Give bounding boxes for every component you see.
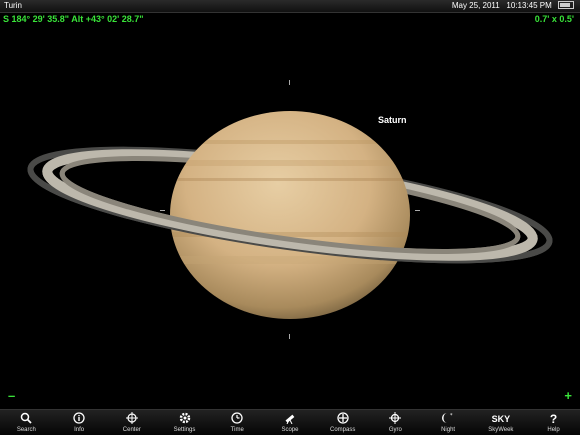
info-label: Info	[74, 427, 85, 433]
compass-label: Compass	[330, 427, 356, 433]
search-icon	[0, 412, 52, 426]
moon-star-icon: *	[422, 412, 474, 426]
help-button[interactable]: ? Help	[528, 410, 580, 434]
clock-icon	[211, 412, 263, 426]
gyro-button[interactable]: Gyro	[369, 410, 421, 434]
center-button[interactable]: Center	[106, 410, 158, 434]
time-button[interactable]: Time	[211, 410, 263, 434]
zoom-out-button[interactable]: –	[8, 388, 15, 403]
reticle-tick-right	[415, 210, 420, 211]
night-button[interactable]: * Night	[422, 410, 474, 434]
skyweek-label: SkyWeek	[488, 427, 514, 433]
center-label: Center	[122, 427, 141, 433]
skyweek-button[interactable]: SKY SkyWeek	[475, 410, 527, 434]
object-label[interactable]: Saturn	[378, 115, 407, 125]
reticle-tick-bottom	[289, 334, 290, 339]
toolbar: Search Info Center Settings Time Scope C…	[0, 409, 580, 435]
reticle-tick-left	[160, 210, 165, 211]
settings-label: Settings	[173, 427, 196, 433]
crosshair-icon	[106, 412, 158, 426]
gear-icon	[159, 412, 211, 426]
telescope-icon	[264, 412, 316, 426]
reticle-tick-top	[289, 80, 290, 85]
info-button[interactable]: Info	[53, 410, 105, 434]
search-button[interactable]: Search	[0, 410, 52, 434]
saturn-globe[interactable]	[160, 111, 420, 319]
info-icon	[53, 412, 105, 426]
skyweek-icon: SKY	[491, 414, 511, 424]
scope-label: Scope	[281, 427, 299, 433]
compass-icon	[317, 412, 369, 426]
night-label: Night	[441, 427, 456, 433]
search-label: Search	[16, 427, 36, 433]
zoom-in-button[interactable]: +	[564, 388, 572, 403]
scope-button[interactable]: Scope	[264, 410, 316, 434]
time-label: Time	[230, 427, 244, 433]
sky-view[interactable]	[0, 0, 580, 435]
compass-button[interactable]: Compass	[317, 410, 369, 434]
gyro-icon	[369, 412, 421, 426]
settings-button[interactable]: Settings	[159, 410, 211, 434]
gyro-label: Gyro	[388, 427, 402, 433]
help-label: Help	[547, 427, 560, 433]
svg-text:*: *	[450, 413, 453, 419]
help-icon: ?	[549, 412, 558, 426]
